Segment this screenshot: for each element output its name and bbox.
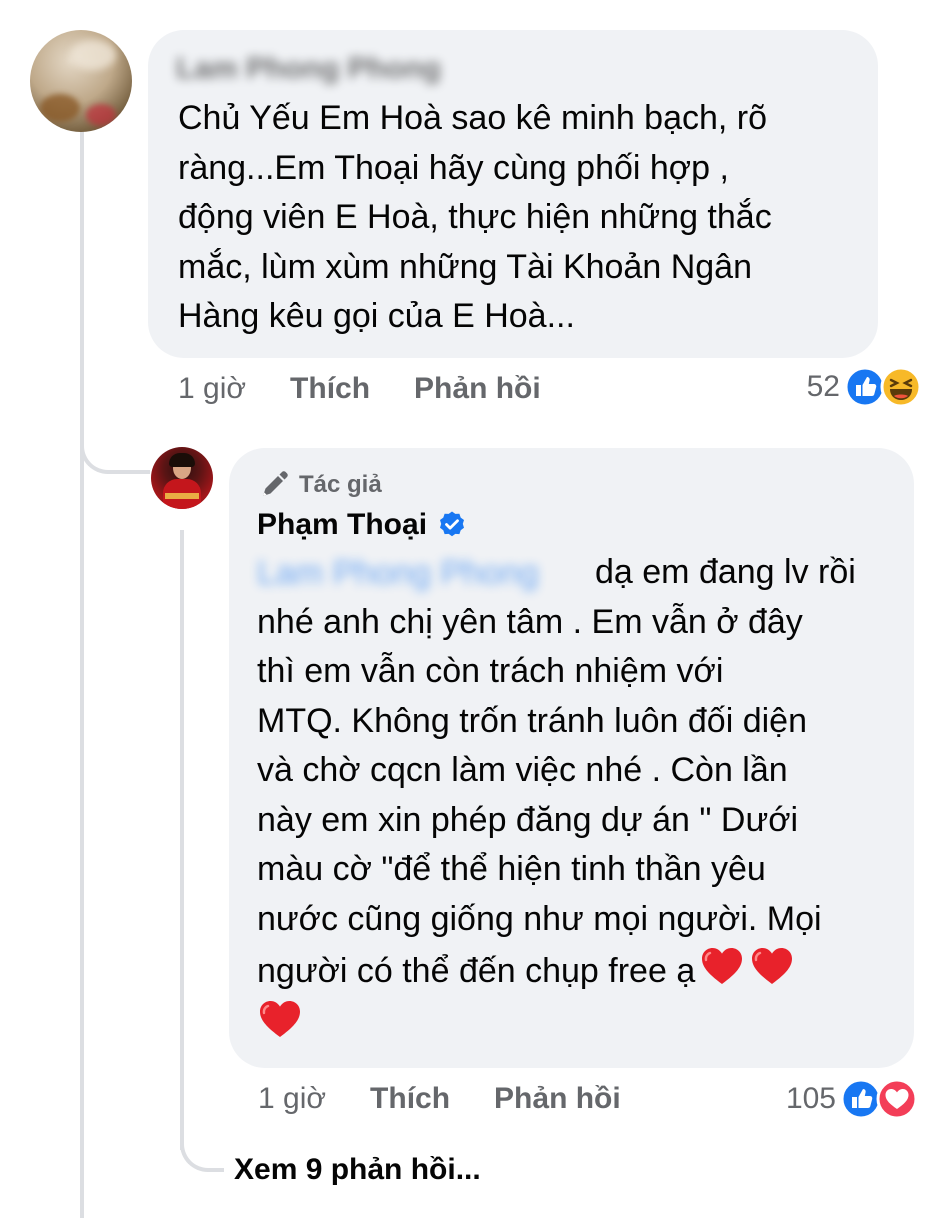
thread-line [80,130,84,1218]
comment-text: Chủ Yếu Em Hoà sao kê minh bạch, rõ ràng… [178,99,772,335]
heart-emoji-icon [752,948,793,984]
comment-bubble: Lam Phong Phong Chủ Yếu Em Hoà sao kê mi… [148,30,878,358]
love-icon [876,1078,918,1120]
like-button[interactable]: Thích [370,1082,450,1116]
more-replies-connector [180,1120,224,1172]
reaction-count: 105 [785,1082,836,1115]
reply-button[interactable]: Phản hồi [494,1082,621,1116]
like-button[interactable]: Thích [290,372,370,406]
reply-actions: 1 giờ Thích Phản hồi [258,1082,621,1116]
pen-icon [263,471,288,496]
comment-reactions[interactable]: 52 [807,366,922,408]
reaction-count: 52 [806,370,840,403]
reply-author-name[interactable]: Phạm Thoại [257,508,467,542]
reply-connector [80,418,150,474]
reply-reactions[interactable]: 105 [786,1078,918,1120]
reply-bubble: Tác giả Phạm Thoại Lam Phong Phong dạ em… [229,448,914,1068]
comment-actions: 1 giờ Thích Phản hồi [178,372,541,406]
comment-author-name[interactable]: Lam Phong Phong [176,52,441,86]
author-badge-label: Tác giả [299,471,382,498]
reply-text-body: dạ em đang lv rồi nhé anh chị yên tâm . … [257,553,856,990]
view-more-replies-link[interactable]: Xem 9 phản hồi... [234,1153,481,1187]
reply-time[interactable]: 1 giờ [258,1082,326,1116]
comment-time[interactable]: 1 giờ [178,372,246,406]
author-avatar[interactable] [151,447,213,509]
commenter-avatar[interactable] [30,30,132,132]
reply-button[interactable]: Phản hồi [414,372,541,406]
reply-author-label[interactable]: Phạm Thoại [257,508,427,542]
reply-text: dạ em đang lv rồi nhé anh chị yên tâm . … [257,548,897,1049]
reply-thread-line [180,530,184,1150]
verified-badge-icon [440,511,465,537]
haha-icon [880,366,922,408]
heart-emoji-icon [702,948,743,984]
author-badge: Tác giả [257,468,382,502]
heart-emoji-icon [260,1000,300,1037]
